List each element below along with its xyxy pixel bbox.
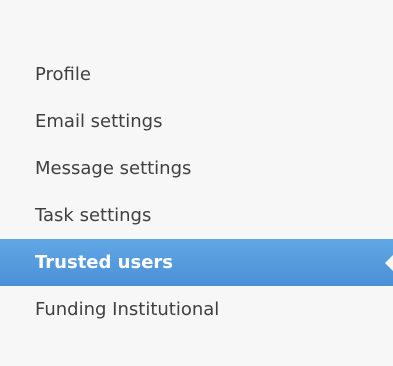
nav-item-label: Message settings [35, 158, 192, 179]
nav-item-task-settings[interactable]: Task settings [0, 192, 393, 239]
settings-nav-list: Profile Email settings Message settings … [0, 51, 393, 333]
settings-sidebar: Profile Email settings Message settings … [0, 0, 393, 366]
nav-item-profile[interactable]: Profile [0, 51, 393, 98]
nav-item-funding-institutional[interactable]: Funding Institutional [0, 286, 393, 333]
nav-item-email-settings[interactable]: Email settings [0, 98, 393, 145]
nav-item-label: Funding Institutional [35, 299, 220, 320]
nav-item-message-settings[interactable]: Message settings [0, 145, 393, 192]
nav-item-label: Email settings [35, 111, 163, 132]
nav-item-trusted-users[interactable]: Trusted users [0, 239, 393, 286]
nav-item-label: Trusted users [35, 252, 173, 273]
nav-item-label: Profile [35, 64, 91, 85]
active-indicator-caret-icon [385, 254, 393, 271]
nav-item-label: Task settings [35, 205, 152, 226]
